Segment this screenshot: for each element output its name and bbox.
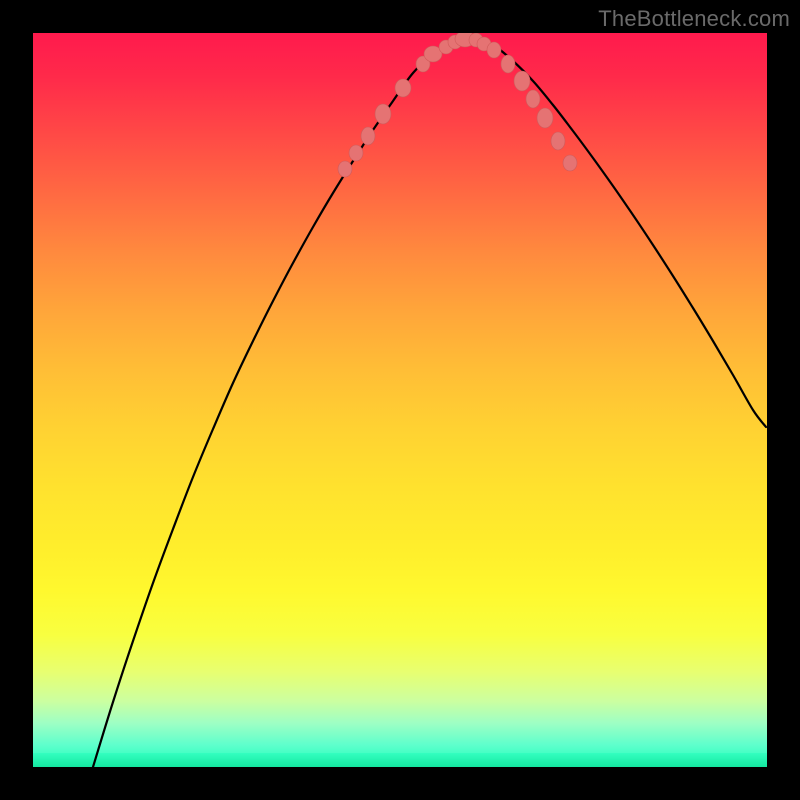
highlight-dot	[537, 108, 553, 128]
highlight-dot	[501, 55, 515, 73]
highlight-dots-group	[338, 33, 577, 177]
highlight-dot	[487, 42, 501, 58]
highlight-dot	[361, 127, 375, 145]
highlight-dot	[526, 90, 540, 108]
watermark-text: TheBottleneck.com	[598, 6, 790, 32]
highlight-dot	[514, 71, 530, 91]
dots-layer	[33, 33, 767, 767]
chart-canvas: TheBottleneck.com	[0, 0, 800, 800]
highlight-dot	[338, 161, 352, 177]
highlight-dot	[563, 155, 577, 171]
highlight-dot	[551, 132, 565, 150]
highlight-dot	[375, 104, 391, 124]
highlight-dot	[349, 145, 363, 161]
highlight-dot	[395, 79, 411, 97]
plot-area	[33, 33, 767, 767]
